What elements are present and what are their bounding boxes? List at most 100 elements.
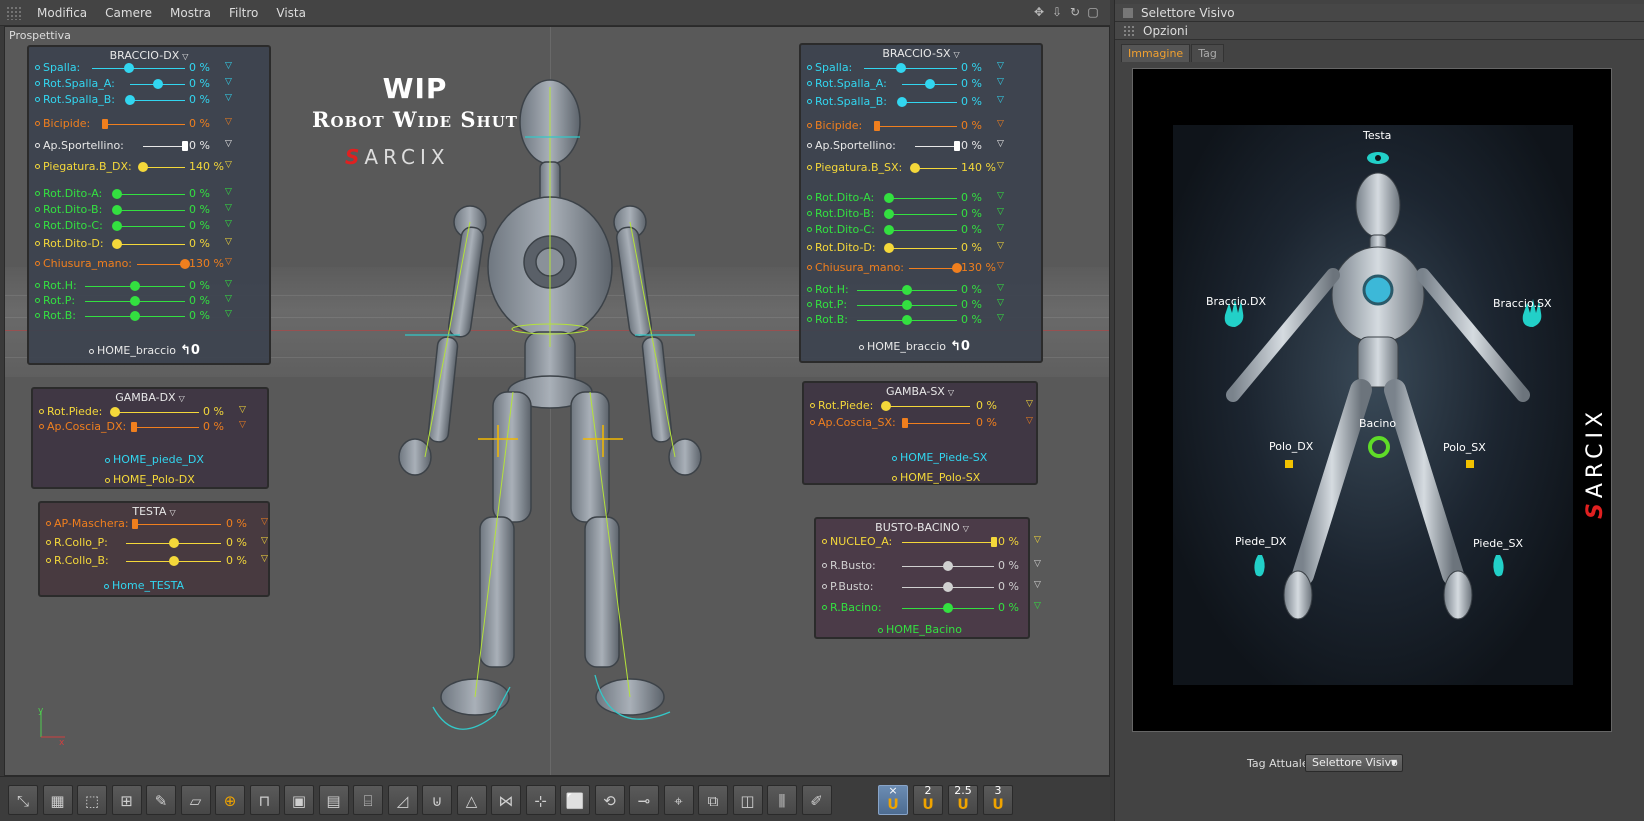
viewport-perspective[interactable]: Prospettiva WIP Robot Wide Shut SARCIX B…	[4, 26, 1110, 776]
slider-handle[interactable]	[131, 519, 138, 529]
slider-control[interactable]: Rot.B: 0 % ▽	[35, 309, 265, 323]
slider-track[interactable]	[889, 214, 957, 215]
dropdown-triangle-icon[interactable]: ▽	[953, 50, 959, 59]
slider-control[interactable]: Rot.Dito-B: 0 % ▽	[807, 207, 1037, 221]
dropdown-triangle-icon[interactable]: ▽	[261, 536, 268, 546]
slider-control[interactable]: R.Bacino: 0 % ▽	[822, 601, 1041, 615]
slider-handle[interactable]	[131, 422, 138, 432]
slider-control[interactable]: Piegatura.B_DX: 140 % ▽	[35, 160, 265, 174]
slider-track[interactable]	[876, 126, 957, 127]
slider-handle[interactable]	[112, 205, 123, 215]
slider-control[interactable]: R.Collo_B: 0 % ▽	[46, 554, 268, 568]
maximize-icon[interactable]: ▢	[1086, 5, 1100, 19]
slider-control[interactable]: Rot.B: 0 % ▽	[807, 313, 1037, 327]
tab-tag[interactable]: Tag	[1191, 44, 1224, 62]
dropdown-triangle-icon[interactable]: ▽	[997, 77, 1004, 87]
nodes-tool-icon[interactable]: ⊞	[111, 785, 142, 815]
testa-eye-icon[interactable]	[1367, 152, 1389, 164]
piede-sx-foot-icon[interactable]	[1493, 555, 1504, 577]
slider-value[interactable]: 0 %	[189, 309, 210, 322]
slider-control[interactable]: Bicipide: 0 % ▽	[807, 119, 1037, 133]
menu-vista[interactable]: Vista	[267, 6, 315, 20]
slider-track[interactable]	[117, 210, 185, 211]
slider-handle[interactable]	[130, 311, 141, 321]
keyframe-dot-icon[interactable]	[822, 584, 827, 589]
slider-handle[interactable]	[902, 300, 913, 310]
dropdown-triangle-icon[interactable]: ▽	[261, 554, 268, 564]
slider-value[interactable]: 0 %	[961, 241, 982, 254]
slider-value[interactable]: 140 %	[961, 161, 996, 174]
slider-value[interactable]: 0 %	[998, 580, 1019, 593]
slider-value[interactable]: 0 %	[226, 554, 247, 567]
camera-icon[interactable]: ⌖	[663, 785, 694, 815]
keyframe-dot-icon[interactable]	[46, 558, 51, 563]
dropdown-triangle-icon[interactable]: ▽	[182, 52, 188, 61]
slider-handle[interactable]	[182, 141, 188, 151]
keyframe-dot-icon[interactable]	[807, 287, 812, 292]
slider-handle[interactable]	[101, 119, 108, 129]
slider-track[interactable]	[104, 124, 185, 125]
slider-value[interactable]: 0 %	[961, 283, 982, 296]
keyframe-dot-icon[interactable]	[35, 223, 40, 228]
keyframe-dot-icon[interactable]	[35, 164, 40, 169]
slider-control[interactable]: Ap.Sportellino: 0 % ▽	[807, 139, 1037, 153]
dropdown-triangle-icon[interactable]: ▽	[225, 203, 232, 213]
slider-control[interactable]: R.Collo_P: 0 % ▽	[46, 536, 268, 550]
menubar-grip-icon[interactable]	[6, 5, 22, 20]
keyframe-dot-icon[interactable]	[35, 313, 40, 318]
slider-track[interactable]	[889, 230, 957, 231]
slider-handle[interactable]	[124, 63, 135, 73]
crosshair-icon[interactable]: ⊹	[525, 785, 556, 815]
slider-control[interactable]: R.Busto: 0 % ▽	[822, 559, 1041, 573]
slider-control[interactable]: Piegatura.B_SX: 140 % ▽	[807, 161, 1037, 175]
snap-button[interactable]: 2U	[913, 784, 943, 815]
dropdown-triangle-icon[interactable]: ▽	[225, 93, 232, 103]
slider-control[interactable]: Bicipide: 0 % ▽	[35, 117, 265, 131]
bacino-ring-icon[interactable]	[1368, 436, 1390, 458]
slider-handle[interactable]	[112, 221, 123, 231]
slider-track[interactable]	[130, 100, 185, 101]
keyframe-dot-icon[interactable]	[35, 65, 40, 70]
dropdown-triangle-icon[interactable]: ▽	[963, 524, 969, 533]
dropdown-triangle-icon[interactable]: ▽	[1034, 580, 1041, 590]
piede-dx-foot-icon[interactable]	[1254, 555, 1265, 577]
move-down-icon[interactable]: ⇩	[1050, 5, 1064, 19]
dropdown-triangle-icon[interactable]: ▽	[997, 61, 1004, 71]
slider-track[interactable]	[115, 412, 199, 413]
keyframe-dot-icon[interactable]	[822, 539, 827, 544]
snap-button[interactable]: 3U	[983, 784, 1013, 815]
dropdown-triangle-icon[interactable]: ▽	[1026, 399, 1033, 409]
orbit-icon[interactable]: ↻	[1068, 5, 1082, 19]
slider-track[interactable]	[117, 244, 185, 245]
dropdown-triangle-icon[interactable]: ▽	[225, 309, 232, 319]
slider-value[interactable]: 0 %	[189, 77, 210, 90]
options-label[interactable]: Opzioni	[1143, 24, 1188, 38]
dropdown-triangle-icon[interactable]: ▽	[997, 283, 1004, 293]
slider-handle[interactable]	[943, 561, 953, 571]
slider-control[interactable]: Rot.Spalla_A: 0 % ▽	[35, 77, 265, 91]
slider-control[interactable]: Spalla: 0 % ▽	[35, 61, 265, 75]
dropdown-triangle-icon[interactable]: ▽	[179, 394, 185, 403]
keyframe-dot-icon[interactable]	[807, 195, 812, 200]
slider-handle[interactable]	[125, 95, 136, 105]
tag-current-select[interactable]: Selettore Visivo ▼	[1305, 754, 1403, 772]
slider-track[interactable]	[915, 168, 957, 169]
dropdown-triangle-icon[interactable]: ▽	[225, 160, 232, 170]
slider-value[interactable]: 0 %	[961, 298, 982, 311]
polo-dx-marker[interactable]	[1285, 460, 1293, 468]
keyframe-dot-icon[interactable]	[35, 191, 40, 196]
slider-track[interactable]	[915, 146, 957, 147]
menu-camere[interactable]: Camere	[96, 6, 161, 20]
slider-control[interactable]: Chiusura_mano: 130 % ▽	[35, 257, 265, 271]
keyframe-dot-icon[interactable]	[35, 81, 40, 86]
home-polo-sx[interactable]: HOME_Polo-SX	[892, 471, 980, 484]
dropdown-triangle-icon[interactable]: ▽	[997, 119, 1004, 129]
keyframe-dot-icon[interactable]	[807, 265, 812, 270]
slider-value[interactable]: 0 %	[189, 139, 210, 152]
home-braccio-dx[interactable]: HOME_braccio ↰0	[89, 343, 200, 358]
home-testa[interactable]: Home_TESTA	[104, 579, 184, 592]
slider-control[interactable]: Rot.Spalla_B: 0 % ▽	[35, 93, 265, 107]
dropdown-triangle-icon[interactable]: ▽	[225, 61, 232, 71]
home-piede-sx[interactable]: HOME_Piede-SX	[892, 451, 987, 464]
bench-icon[interactable]: ⊓	[249, 785, 280, 815]
